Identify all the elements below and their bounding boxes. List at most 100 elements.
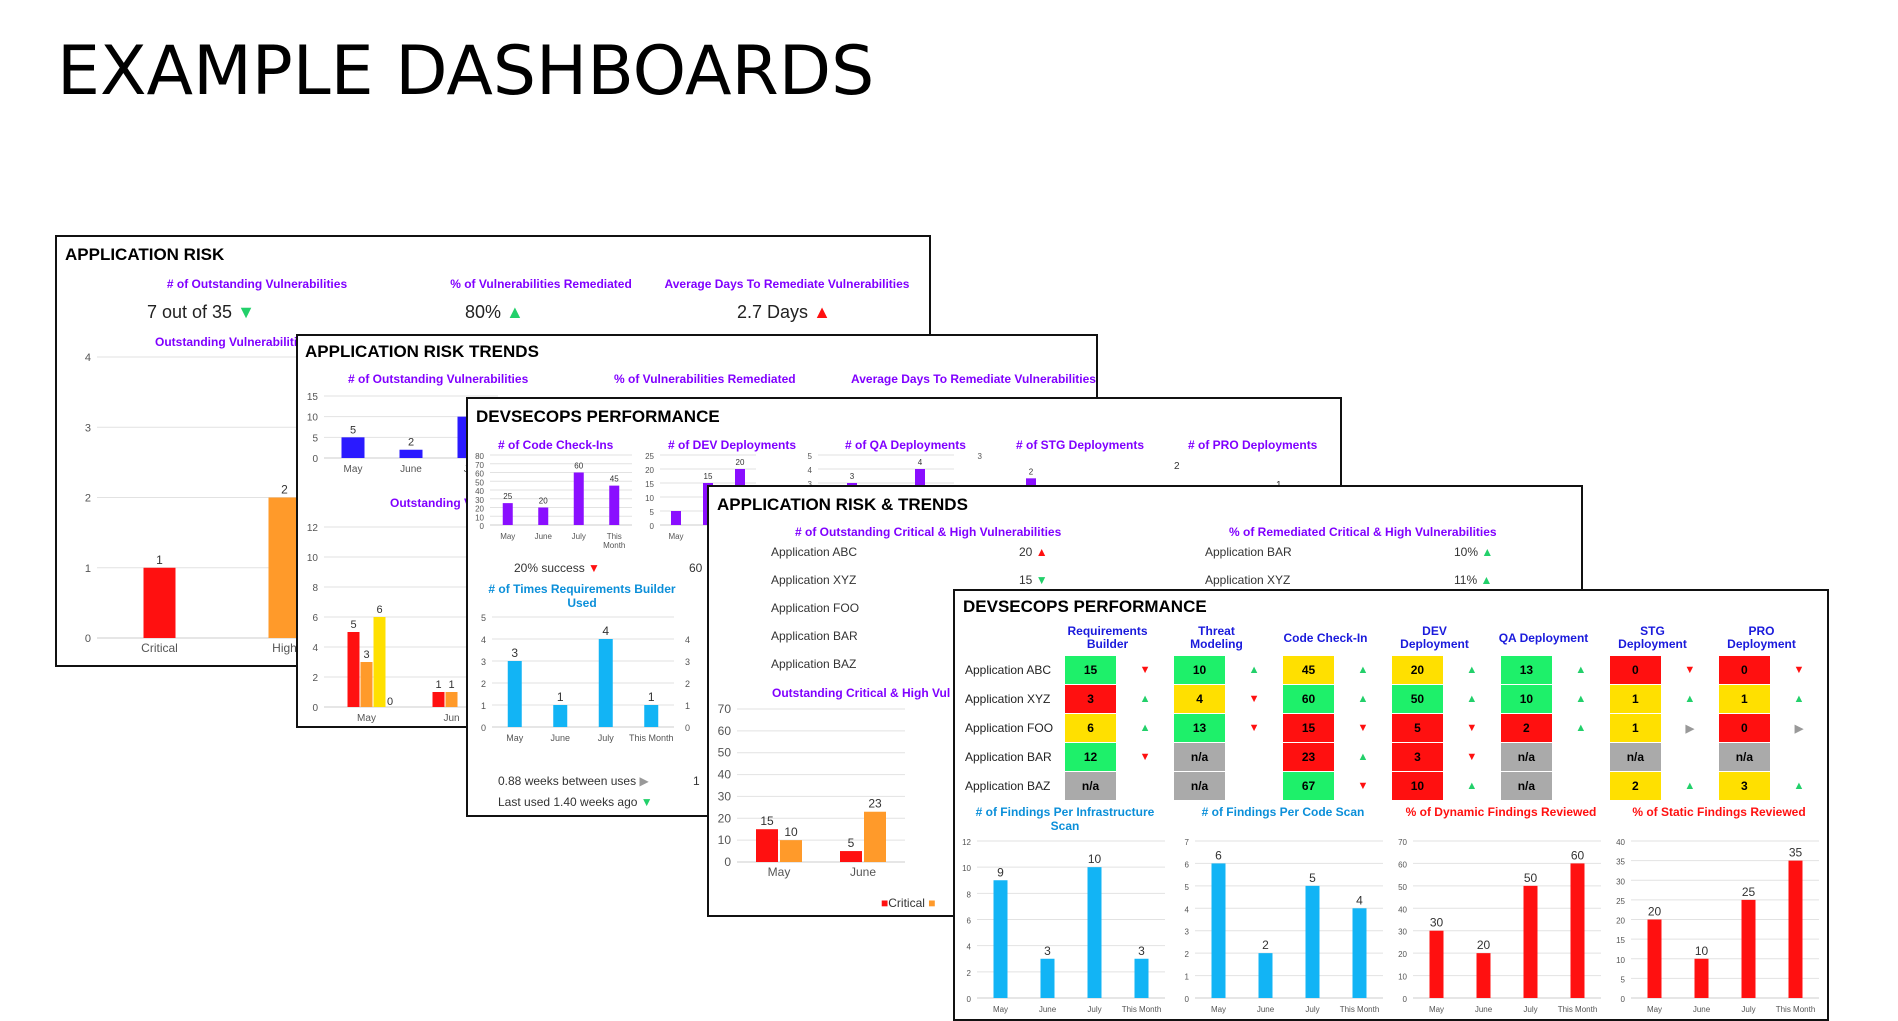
data-label: 2: [408, 437, 414, 449]
y-axis-tick: 1: [481, 701, 486, 711]
data-label: 4: [1356, 893, 1363, 907]
y-axis-tick: 2: [312, 673, 318, 684]
trend-flat-icon: [1770, 743, 1827, 772]
data-label: 1: [557, 690, 564, 704]
trend-flat-icon: [1552, 743, 1609, 772]
y-axis-tick: 25: [1616, 897, 1625, 906]
devsecops-status-table: Application ABC 15 ▼ 10 ▲ 45 ▲ 20 ▲ 13 ▲ 0 ▼ 0 ▼ Applic…: [955, 655, 1827, 801]
panel-title: DEVSECOPS PERFORMANCE: [476, 407, 720, 426]
trend-down-icon: ▼: [640, 795, 653, 809]
y-axis-tick: 15: [645, 480, 654, 489]
status-cell: 0: [1608, 655, 1662, 685]
metric-value-remediated: 80% ▲: [465, 302, 524, 322]
application-name: Application FOO: [771, 601, 860, 615]
findings-chart: 0 2 4 6 8 10 12 9 May 3 June 10 July 3 This Month: [962, 838, 1165, 1014]
metric-label-outstanding-critical-high: # of Outstanding Critical & High Vulnera…: [795, 525, 1062, 539]
chart-title-line: # of Findings Per Code Scan: [1201, 805, 1365, 819]
column-header-line: Deployment: [1618, 637, 1687, 651]
bar: [1040, 958, 1055, 998]
bar: [1352, 908, 1367, 998]
data-label: 10: [784, 825, 798, 839]
trend-up-icon: ▲: [1466, 693, 1478, 705]
y-axis-tick: 0: [312, 454, 318, 465]
bar: [993, 880, 1008, 998]
bar: [598, 639, 613, 727]
findings-chart: 0 5 10 15 20 25 30 35 40 20 May 10 June 25 July 35 This …: [1616, 838, 1819, 1014]
application-name: Application BAZ: [771, 657, 857, 671]
bar: [1258, 953, 1273, 998]
y-axis-tick: 0: [724, 855, 731, 869]
category-label: July: [1523, 1005, 1537, 1014]
metric-label-avg-days: Average Days To Remediate Vulnerabilitie…: [664, 277, 910, 291]
data-label: 3: [850, 472, 855, 481]
bar: [1305, 885, 1320, 998]
column-header: Threat Modeling: [1162, 625, 1271, 651]
bar: [1134, 958, 1149, 998]
y-axis-tick: 70: [1398, 838, 1407, 847]
chart-title: Outstanding Critical & High Vul: [772, 686, 951, 700]
status-cell: n/a: [1172, 771, 1227, 801]
bar: [1647, 919, 1662, 998]
application-value: 11% ▲: [1454, 573, 1492, 587]
data-label: 25: [1742, 885, 1756, 899]
status-cell: 5: [1390, 713, 1444, 743]
y-axis-tick: 35: [1616, 858, 1625, 867]
bar: [1788, 860, 1803, 998]
data-label: 3: [511, 646, 518, 660]
application-name: Application BAR: [771, 629, 858, 643]
y-axis-tick: 20: [475, 505, 484, 514]
slide-title: EXAMPLE DASHBOARDS: [57, 32, 875, 111]
bar: [553, 705, 568, 727]
status-cell: 0: [1717, 713, 1771, 743]
application-name: Application XYZ: [1205, 573, 1291, 587]
y-axis-tick: 3: [481, 657, 486, 667]
y-axis-tick: 2: [1185, 950, 1190, 959]
trend-up-icon: ▲: [1575, 664, 1587, 676]
category-label: May: [500, 532, 515, 541]
bar: [840, 851, 862, 862]
bar: [399, 449, 423, 458]
status-cell: 1: [1608, 713, 1662, 743]
category-label: This: [607, 532, 622, 541]
data-label: 2: [1029, 467, 1034, 476]
category-label: May: [344, 464, 363, 475]
trend-down-icon: ▼: [1466, 722, 1478, 734]
requirements-builder-title: # of Times Requirements Builder Used: [488, 582, 676, 610]
y-axis-tick: 0: [85, 633, 91, 645]
y-axis-tick: 80: [475, 452, 484, 461]
y-axis-tick: 12: [307, 523, 319, 534]
y-axis-tick: 10: [1616, 956, 1625, 965]
metric-label-stg-deployments: # of STG Deployments: [1016, 438, 1145, 452]
y-axis-tick: 30: [475, 496, 484, 505]
category-label: This Month: [629, 733, 674, 743]
y-axis-tick: 50: [475, 478, 484, 487]
metric-label-dev-deployments: # of DEV Deployments: [668, 438, 797, 452]
trend-flat-icon: ▶: [639, 774, 649, 788]
trend-up-icon: ▲: [1248, 664, 1260, 676]
trend-flat-icon: [1661, 743, 1718, 772]
findings-chart: 0 10 20 30 40 50 60 70 30 May 20 June 50 July 60 This M…: [1398, 838, 1601, 1014]
trend-up-icon: ▲: [1575, 693, 1587, 705]
column-header: Requirements Builder: [1053, 625, 1162, 651]
trend-up-icon: ▲: [1466, 780, 1478, 792]
y-axis-tick: 3: [685, 657, 690, 667]
bar: [1741, 899, 1756, 998]
data-label: 5: [350, 424, 356, 436]
status-cell: 2: [1499, 713, 1553, 743]
y-axis-tick: 0: [1621, 995, 1626, 1004]
trend-down-icon: ▼: [237, 302, 255, 322]
pro-axis-tick: 2: [1174, 461, 1180, 472]
bar: [1429, 930, 1444, 998]
last-used-text: Last used 1.40 weeks ago ▼: [498, 795, 653, 809]
chart-title: Outstanding Vulnerabiliti: [155, 335, 298, 349]
data-label: 9: [997, 865, 1004, 879]
y-axis-tick: 7: [1185, 838, 1190, 847]
y-axis-tick: 10: [718, 833, 732, 847]
y-axis-tick: 0: [685, 723, 690, 733]
data-label: 6: [376, 604, 382, 616]
y-axis-tick: 15: [307, 392, 319, 403]
y-axis-tick: 60: [475, 470, 484, 479]
metric-value-avg-days: 2.7 Days ▲: [737, 302, 831, 322]
y-axis-tick: 8: [312, 583, 318, 594]
y-axis-tick: 12: [962, 838, 971, 847]
